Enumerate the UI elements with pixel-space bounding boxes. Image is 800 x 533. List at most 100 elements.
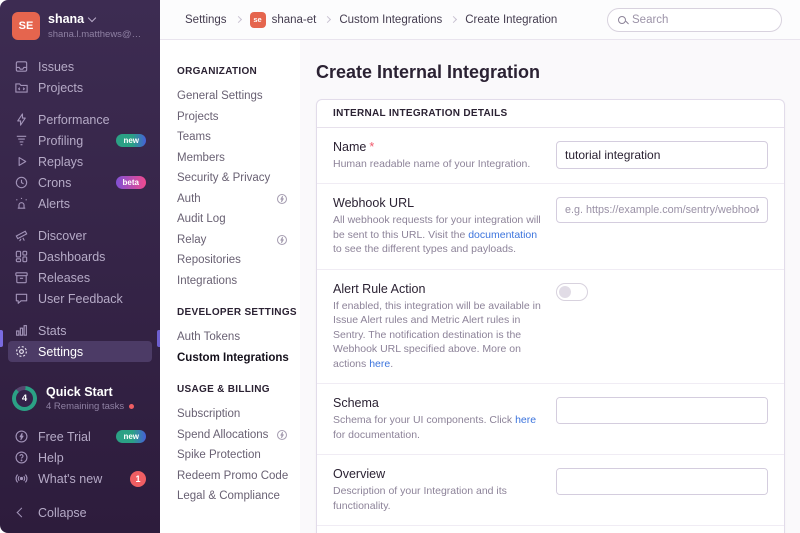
form-field-webhook-url: Webhook URL All webhook requests for you… — [317, 184, 784, 269]
form-field-overview: Overview Description of your Integration… — [317, 455, 784, 526]
sidebar-item-settings[interactable]: Settings — [8, 341, 152, 362]
field-help: Human readable name of your Integration. — [333, 157, 542, 171]
settings-nav-item-auth-tokens[interactable]: Auth Tokens — [177, 327, 300, 348]
search-box[interactable] — [607, 8, 782, 32]
quick-start[interactable]: 4 Quick Start 4 Remaining tasks — [8, 385, 152, 412]
new-badge: new — [116, 430, 146, 443]
nav-heading-developer-settings: DEVELOPER SETTINGS — [177, 307, 300, 318]
clock-icon — [14, 175, 29, 190]
sidebar-item-user-feedback[interactable]: User Feedback — [8, 288, 152, 309]
settings-nav-item-relay[interactable]: Relay — [177, 230, 300, 251]
field-label: Webhook URL — [333, 196, 542, 210]
projects-icon — [14, 80, 29, 95]
field-label: Overview — [333, 467, 542, 481]
form-field-name: Name* Human readable name of your Integr… — [317, 128, 784, 184]
chevron-down-icon — [88, 13, 96, 21]
actions-here-link[interactable]: here — [369, 358, 390, 370]
profiling-icon — [14, 133, 29, 148]
main-content: Create Internal Integration INTERNAL INT… — [300, 40, 800, 533]
quick-start-subtext: 4 Remaining tasks — [46, 401, 124, 412]
power-feature-icon — [276, 429, 288, 441]
archive-box-icon — [14, 270, 29, 285]
broadcast-icon — [14, 471, 29, 486]
sidebar-item-free-trial[interactable]: Free Trial new — [8, 426, 152, 447]
form-field-authorized-js-origins: Authorized JavaScript Origins Separate m… — [317, 526, 784, 533]
form-field-alert-rule-action: Alert Rule Action If enabled, this integ… — [317, 270, 784, 384]
documentation-link[interactable]: documentation — [468, 229, 537, 241]
settings-nav-item-repositories[interactable]: Repositories — [177, 250, 300, 271]
main-region: Settings se shana-et Custom Integrations… — [160, 0, 800, 533]
sidebar-collapse-button[interactable]: Collapse — [8, 502, 152, 523]
sidebar-item-projects[interactable]: Projects — [8, 77, 152, 98]
sidebar-item-replays[interactable]: Replays — [8, 151, 152, 172]
user-menu[interactable]: SE shana shana.l.matthews@… — [8, 12, 152, 40]
sidebar-item-stats[interactable]: Stats — [8, 320, 152, 341]
user-email: shana.l.matthews@… — [48, 29, 141, 40]
page-title: Create Internal Integration — [316, 62, 785, 83]
issues-icon — [14, 59, 29, 74]
search-input[interactable] — [632, 14, 771, 26]
nav-heading-organization: ORGANIZATION — [177, 66, 300, 77]
sidebar-item-releases[interactable]: Releases — [8, 267, 152, 288]
alert-rule-action-toggle[interactable] — [556, 283, 588, 301]
settings-nav-item-security-privacy[interactable]: Security & Privacy — [177, 168, 300, 189]
settings-nav-item-spike-protection[interactable]: Spike Protection — [177, 445, 300, 466]
field-label: Alert Rule Action — [333, 282, 542, 296]
field-help: All webhook requests for your integratio… — [333, 213, 542, 256]
settings-nav-item-integrations[interactable]: Integrations — [177, 271, 300, 292]
bar-chart-icon — [14, 323, 29, 338]
settings-nav-item-teams[interactable]: Teams — [177, 127, 300, 148]
sidebar-item-discover[interactable]: Discover — [8, 225, 152, 246]
settings-nav-item-redeem-promo-code[interactable]: Redeem Promo Code — [177, 466, 300, 487]
user-name: shana — [48, 12, 84, 26]
breadcrumb-create-integration: Create Integration — [465, 14, 557, 26]
sidebar-item-dashboards[interactable]: Dashboards — [8, 246, 152, 267]
sidebar-item-help[interactable]: Help — [8, 447, 152, 468]
sidebar-footer: 4 Quick Start 4 Remaining tasks Free Tri… — [8, 385, 152, 523]
sidebar-item-issues[interactable]: Issues — [8, 56, 152, 77]
sidebar-item-crons[interactable]: Crons beta — [8, 172, 152, 193]
power-feature-icon — [276, 234, 288, 246]
schema-textarea[interactable] — [556, 397, 768, 424]
sidebar-item-alerts[interactable]: Alerts — [8, 193, 152, 214]
sidebar-item-profiling[interactable]: Profiling new — [8, 130, 152, 151]
field-help: If enabled, this integration will be ava… — [333, 299, 542, 371]
new-badge: new — [116, 134, 146, 147]
overview-textarea[interactable] — [556, 468, 768, 495]
breadcrumb: Settings se shana-et Custom Integrations… — [185, 12, 557, 28]
settings-nav-item-auth[interactable]: Auth — [177, 189, 300, 210]
settings-nav-item-custom-integrations[interactable]: Custom Integrations — [177, 348, 300, 369]
name-input[interactable] — [556, 141, 768, 169]
play-icon — [14, 154, 29, 169]
field-label: Schema — [333, 396, 542, 410]
chevron-right-icon — [324, 16, 331, 23]
settings-nav-item-audit-log[interactable]: Audit Log — [177, 209, 300, 230]
chevron-right-icon — [235, 16, 242, 23]
settings-nav-item-legal-compliance[interactable]: Legal & Compliance — [177, 486, 300, 507]
sidebar-nav: Issues Projects Performance Profiling ne… — [8, 56, 152, 362]
sidebar-item-performance[interactable]: Performance — [8, 109, 152, 130]
settings-nav-item-members[interactable]: Members — [177, 148, 300, 169]
settings-nav-item-subscription[interactable]: Subscription — [177, 404, 300, 425]
breadcrumb-settings[interactable]: Settings — [185, 14, 227, 26]
question-circle-icon — [14, 450, 29, 465]
speech-bubble-icon — [14, 291, 29, 306]
sidebar-item-whats-new[interactable]: What's new 1 — [8, 468, 152, 489]
panel-header: INTERNAL INTEGRATION DETAILS — [317, 100, 784, 128]
breadcrumb-custom-integrations[interactable]: Custom Integrations — [339, 14, 442, 26]
settings-nav-item-projects[interactable]: Projects — [177, 107, 300, 128]
nav-heading-usage-billing: USAGE & BILLING — [177, 384, 300, 395]
schema-here-link[interactable]: here — [515, 414, 536, 426]
siren-icon — [14, 196, 29, 211]
settings-nav: ORGANIZATION General Settings Projects T… — [160, 40, 300, 533]
notification-dot — [129, 404, 134, 409]
app-window: SE shana shana.l.matthews@… Issues Proje… — [0, 0, 800, 533]
settings-nav-item-spend-allocations[interactable]: Spend Allocations — [177, 425, 300, 446]
chevron-right-icon — [450, 16, 457, 23]
webhook-url-input[interactable] — [556, 197, 768, 223]
internal-integration-details-panel: INTERNAL INTEGRATION DETAILS Name* Human… — [316, 99, 785, 533]
quick-start-progress-ring: 4 — [12, 386, 37, 411]
settings-nav-item-general-settings[interactable]: General Settings — [177, 86, 300, 107]
toggle-knob — [559, 286, 571, 298]
breadcrumb-organization[interactable]: se shana-et — [250, 12, 317, 28]
